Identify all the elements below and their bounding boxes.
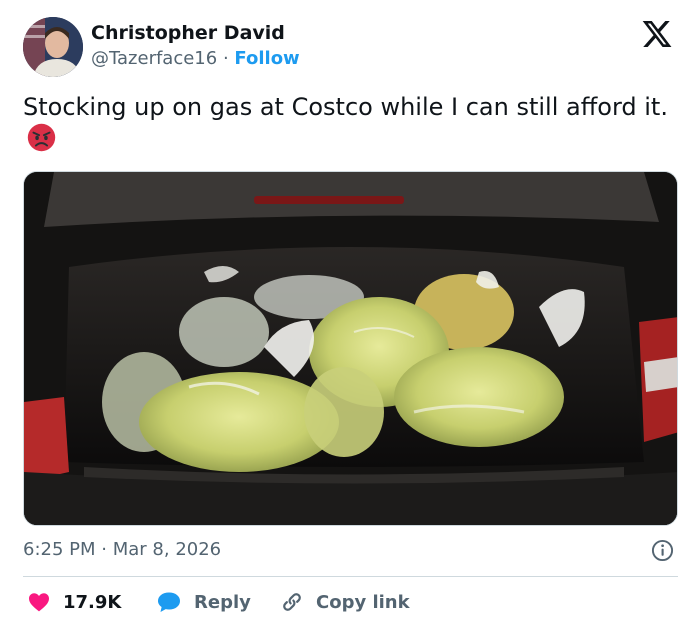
follow-button[interactable]: Follow bbox=[234, 48, 299, 69]
copy-link-label: Copy link bbox=[316, 591, 410, 613]
x-logo-icon[interactable] bbox=[640, 18, 674, 50]
car-trunk-photo bbox=[24, 172, 677, 525]
tweet-body: Stocking up on gas at Costco while I can… bbox=[23, 93, 668, 121]
tweet-timestamp[interactable]: 6:25 PM · Mar 8, 2026 bbox=[23, 539, 221, 560]
tweet-time: 6:25 PM bbox=[23, 539, 96, 560]
copy-link-button[interactable]: Copy link bbox=[280, 589, 410, 615]
author-handle[interactable]: @Tazerface16 bbox=[91, 48, 217, 69]
avatar[interactable] bbox=[23, 17, 83, 77]
heart-icon bbox=[29, 593, 49, 612]
reply-button[interactable]: Reply bbox=[156, 589, 251, 615]
angry-face-emoji bbox=[27, 123, 56, 152]
link-icon bbox=[283, 593, 301, 611]
handle-separator: · bbox=[222, 48, 229, 69]
like-count: 17.9K bbox=[63, 591, 122, 613]
tweet-text: Stocking up on gas at Costco while I can… bbox=[23, 92, 683, 155]
tweet-image[interactable] bbox=[23, 171, 678, 526]
like-button[interactable]: 17.9K bbox=[27, 589, 121, 615]
speech-bubble-icon bbox=[158, 592, 180, 612]
tweet-date: Mar 8, 2026 bbox=[112, 539, 222, 560]
date-separator: · bbox=[101, 539, 107, 560]
author-handle-row: @Tazerface16 · Follow bbox=[91, 48, 300, 69]
reply-label: Reply bbox=[194, 591, 251, 613]
avatar-photo bbox=[23, 17, 83, 77]
divider bbox=[23, 576, 678, 577]
info-icon[interactable] bbox=[651, 539, 674, 562]
author-name[interactable]: Christopher David bbox=[91, 22, 285, 44]
